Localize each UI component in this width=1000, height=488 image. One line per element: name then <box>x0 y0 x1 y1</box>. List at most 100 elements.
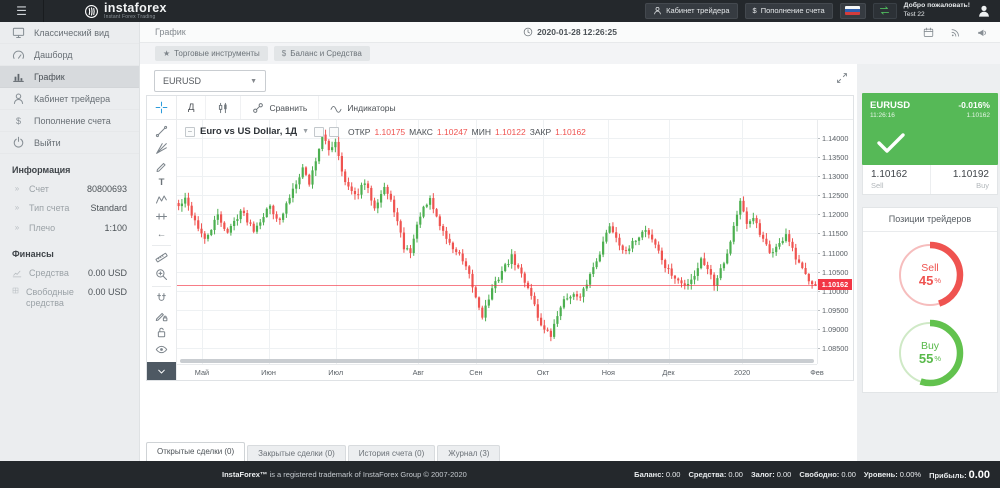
legend-settings-icon[interactable] <box>314 127 324 137</box>
angle-right-icon: » <box>12 223 22 233</box>
info-row: »Счет80800693 <box>0 180 139 199</box>
megaphone-icon[interactable] <box>977 27 988 38</box>
buy-quote-button[interactable]: 1.10192 Buy <box>930 165 998 194</box>
time-tick-label: Фев <box>810 368 823 377</box>
trendline-tool[interactable] <box>147 123 176 140</box>
legend-close-icon[interactable] <box>329 127 339 137</box>
sidebar-menu: Классический видДашбордГрафикКабинет тре… <box>0 22 139 154</box>
deposit-button[interactable]: $ Пополнение счета <box>745 3 833 19</box>
ruler-icon <box>155 251 168 264</box>
indicators-button[interactable]: Индикаторы <box>319 96 406 119</box>
username: Test 22 <box>904 11 925 18</box>
logo-text: instaforex <box>104 2 167 15</box>
star-icon: ★ <box>163 49 170 58</box>
monitor-icon <box>12 26 25 39</box>
avatar-icon[interactable] <box>977 4 991 18</box>
hamburger-menu-button[interactable]: ☰ <box>0 0 44 22</box>
tab-closed-deals[interactable]: Закрытые сделки (0) <box>247 445 346 461</box>
pattern-icon <box>155 193 168 206</box>
sidebar-item-dashboard[interactable]: Дашборд <box>0 44 139 66</box>
collapse-tools-button[interactable] <box>147 362 176 380</box>
sidebar-item-deposit[interactable]: $Пополнение счета <box>0 110 139 132</box>
info-value: Standard <box>90 203 127 214</box>
info-label: Тип счета <box>29 203 69 214</box>
close-value: 1.10162 <box>555 127 586 137</box>
legend-caret-icon[interactable]: ▼ <box>302 128 309 135</box>
finance-section-rows: Средства0.00 USDСвободные средства0.00 U… <box>0 264 139 314</box>
forecast-tool[interactable] <box>147 208 176 225</box>
footer-stat: Баланс:0.00 <box>634 470 680 479</box>
forecast-icon <box>155 210 168 223</box>
tab-open-deals[interactable]: Открытые сделки (0) <box>146 442 245 461</box>
time-axis[interactable]: МайИюнИюлАвгСенОктНояДек2020Фев <box>177 364 817 380</box>
dollar-icon: $ <box>282 49 286 58</box>
pattern-tool[interactable] <box>147 191 176 208</box>
power-icon <box>12 136 25 149</box>
tab-account-history[interactable]: История счета (0) <box>348 445 436 461</box>
price-tick-label: 1.09500 <box>822 306 848 315</box>
sidebar-item-classic[interactable]: Классический вид <box>0 22 139 44</box>
price-axis[interactable]: 1.140001.135001.130001.125001.120001.115… <box>817 120 853 364</box>
tab-journal[interactable]: Журнал (3) <box>437 445 500 461</box>
eye-tool[interactable] <box>147 341 176 358</box>
chart-style-button[interactable] <box>206 96 241 119</box>
info-row: Свободные средства0.00 USD <box>0 283 139 314</box>
symbol-select[interactable]: EURUSD ▼ <box>154 70 266 92</box>
trading-instruments-button[interactable]: ★ Торговые инструменты <box>155 46 268 61</box>
trendline-icon <box>155 125 168 138</box>
sidebar: Классический видДашбордГрафикКабинет тре… <box>0 22 140 461</box>
dollar-icon: $ <box>12 116 25 126</box>
brush-tool[interactable] <box>147 157 176 174</box>
arrow-left-tool[interactable]: ← <box>147 225 176 242</box>
arrow-left-icon: ← <box>157 228 167 240</box>
page-header-row: 2020-01-28 12:26:25 График <box>140 22 1000 43</box>
quote-card-header[interactable]: EURUSD -0.016% 11:26:16 1.10162 <box>862 93 998 165</box>
wave-icon <box>330 102 342 114</box>
rss-icon[interactable] <box>950 27 961 38</box>
quote-prices-row: 1.10162 Sell 1.10192 Buy <box>862 165 998 195</box>
candlestick-chart-canvas[interactable] <box>177 120 817 364</box>
info-label: Средства <box>29 268 69 279</box>
compare-button[interactable]: Сравнить <box>241 96 319 119</box>
calendar-icon[interactable] <box>923 27 934 38</box>
footer-stat: Средства:0.00 <box>688 470 742 479</box>
compare-icon <box>252 102 264 114</box>
chart-horizontal-scrollbar[interactable] <box>180 359 814 363</box>
info-label: Счет <box>29 184 49 195</box>
theme-swap-button[interactable] <box>873 3 897 19</box>
price-tick-label: 1.13000 <box>822 172 848 181</box>
sidebar-item-logout[interactable]: Выйти <box>0 132 139 154</box>
ruler-tool[interactable] <box>147 249 176 266</box>
quote-price: 1.10162 <box>967 112 991 119</box>
text-tool[interactable]: T <box>147 174 176 191</box>
footer-stat: Залог:0.00 <box>751 470 791 479</box>
zoom-in-icon <box>155 268 168 281</box>
donut-percent: 45% <box>919 274 941 289</box>
brand-logo[interactable]: instaforex Instant Forex Trading <box>84 2 167 21</box>
trader-cabinet-button[interactable]: Кабинет трейдера <box>645 3 737 19</box>
zoom-in-tool[interactable] <box>147 266 176 283</box>
language-selector[interactable] <box>840 3 866 19</box>
sidebar-item-cabinet[interactable]: Кабинет трейдера <box>0 88 139 110</box>
sidebar-item-chart[interactable]: График <box>0 66 139 88</box>
info-section-rows: »Счет80800693»Тип счетаStandard»Плечо1:1… <box>0 180 139 238</box>
quote-time: 11:26:16 <box>870 112 895 119</box>
info-row: »Тип счетаStandard <box>0 199 139 218</box>
instaforex-logo-icon <box>84 4 99 19</box>
lock-tool[interactable] <box>147 324 176 341</box>
swap-arrows-icon <box>879 5 890 16</box>
sidebar-item-label: Выйти <box>34 138 61 148</box>
price-tick-label: 1.11500 <box>822 229 848 238</box>
fullscreen-expand-icon[interactable] <box>836 72 848 84</box>
collapse-legend-icon[interactable]: – <box>185 127 195 137</box>
crosshair-tool[interactable] <box>147 96 176 120</box>
balance-funds-button[interactable]: $ Баланс и Средства <box>274 46 370 61</box>
drawing-lock-tool[interactable] <box>147 307 176 324</box>
sell-quote-button[interactable]: 1.10162 Sell <box>863 165 930 194</box>
timeframe-button[interactable]: Д <box>177 96 206 119</box>
footer-stat: Уровень:0.00% <box>864 470 921 479</box>
gann-tool[interactable] <box>147 140 176 157</box>
magnet-tool[interactable] <box>147 290 176 307</box>
info-value: 1:100 <box>104 223 127 234</box>
buy-percentage-donut: Buy55% <box>895 318 965 388</box>
